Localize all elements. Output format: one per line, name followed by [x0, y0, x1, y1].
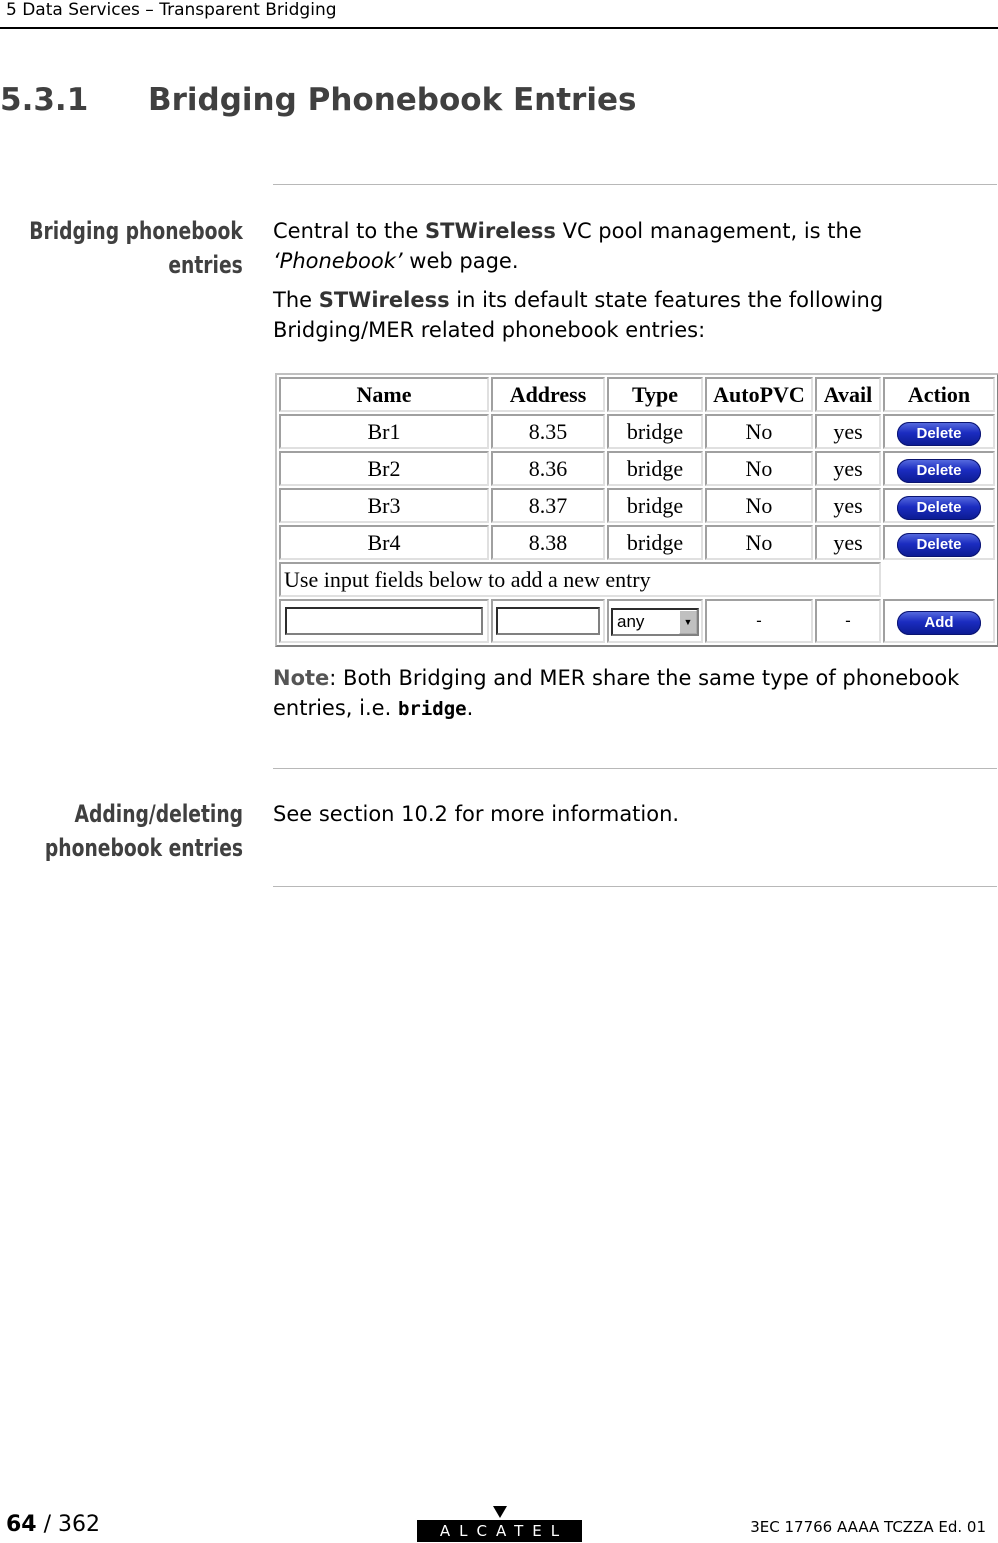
cell-action: Delete: [883, 488, 995, 523]
name-input[interactable]: [285, 607, 483, 635]
cell-autopvc: No: [705, 488, 813, 523]
cell-avail: yes: [815, 488, 881, 523]
new-entry-row: any ▼ - - Add: [279, 599, 995, 643]
cell-avail: yes: [815, 414, 881, 449]
cell-autopvc: No: [705, 525, 813, 560]
note-text: Note: Both Bridging and MER share the sa…: [273, 663, 997, 733]
cell-avail: yes: [815, 525, 881, 560]
text: .: [466, 696, 474, 720]
header-rule: [0, 27, 998, 29]
cell-name: Br2: [279, 451, 489, 486]
table-header-row: Name Address Type AutoPVC Avail Action: [279, 377, 995, 412]
divider: [273, 768, 997, 769]
page-name: ‘Phonebook’: [273, 249, 403, 273]
page-total: / 362: [36, 1512, 101, 1537]
delete-button[interactable]: Delete: [897, 495, 981, 520]
delete-button[interactable]: Delete: [897, 532, 981, 557]
document-reference: 3EC 17766 AAAA TCZZA Ed. 01: [750, 1518, 986, 1536]
cell-name: Br1: [279, 414, 489, 449]
cell-autopvc: No: [705, 451, 813, 486]
side-heading-adding-deleting: Adding/deleting phonebook entries: [45, 797, 243, 865]
divider: [273, 184, 997, 185]
section-heading: Bridging Phonebook Entries: [148, 82, 637, 118]
column-header: Address: [491, 377, 605, 412]
add-hint: Use input fields below to add a new entr…: [279, 562, 881, 597]
cell-address: 8.36: [491, 451, 605, 486]
add-button[interactable]: Add: [897, 611, 981, 635]
type-select-value: any: [617, 611, 645, 631]
cell-action: Delete: [883, 525, 995, 560]
phonebook-table-screenshot: Name Address Type AutoPVC Avail Action B…: [275, 373, 998, 647]
column-header: Type: [607, 377, 703, 412]
cell-type: bridge: [607, 488, 703, 523]
page-number: 64 / 362: [6, 1512, 100, 1537]
text: VC pool management, is the: [555, 219, 862, 243]
code-term: bridge: [397, 698, 467, 720]
address-input[interactable]: [496, 607, 600, 635]
side-heading-line: Adding/deleting: [74, 800, 243, 828]
cell-address: 8.38: [491, 525, 605, 560]
intro-text: Central to the STWireless VC pool manage…: [273, 216, 997, 354]
cell-address: 8.35: [491, 414, 605, 449]
section-number: 5.3.1: [0, 82, 89, 118]
column-header: Action: [883, 377, 995, 412]
column-header: Name: [279, 377, 489, 412]
logo-triangle-icon: [492, 1506, 507, 1518]
delete-button[interactable]: Delete: [897, 458, 981, 483]
side-heading-line: entries: [168, 251, 243, 279]
cell-new-avail: -: [815, 599, 881, 643]
cell-type: bridge: [607, 414, 703, 449]
chevron-down-icon[interactable]: ▼: [679, 609, 697, 634]
cell-autopvc: No: [705, 414, 813, 449]
cell-address: 8.37: [491, 488, 605, 523]
paragraph: Central to the STWireless VC pool manage…: [273, 216, 997, 276]
page-current: 64: [6, 1512, 37, 1537]
paragraph: See section 10.2 for more information.: [273, 802, 680, 826]
type-select[interactable]: any ▼: [611, 607, 699, 636]
divider: [273, 886, 997, 887]
cell-action: Delete: [883, 451, 995, 486]
cell-new-address: [491, 599, 605, 643]
cell-name: Br4: [279, 525, 489, 560]
brand-name: STWireless: [425, 219, 556, 243]
side-heading-line: phonebook entries: [44, 834, 243, 862]
text: web page.: [402, 249, 519, 273]
text: : Both Bridging and MER share the same t…: [273, 666, 960, 720]
see-section-text: See section 10.2 for more information.: [273, 799, 997, 838]
paragraph: Note: Both Bridging and MER share the sa…: [273, 663, 997, 724]
note-label: Note: [273, 666, 330, 690]
column-header: AutoPVC: [705, 377, 813, 412]
section-title: 5.3.1 Bridging Phonebook Entries: [0, 82, 636, 118]
empty-cell: [883, 562, 995, 597]
cell-type: bridge: [607, 525, 703, 560]
cell-avail: yes: [815, 451, 881, 486]
add-hint-row: Use input fields below to add a new entr…: [279, 562, 995, 597]
cell-name: Br3: [279, 488, 489, 523]
delete-button[interactable]: Delete: [897, 421, 981, 446]
text: Central to the: [273, 219, 426, 243]
side-heading-line: Bridging phonebook: [29, 217, 243, 245]
cell-new-name: [279, 599, 489, 643]
logo-text: ALCATEL: [417, 1520, 582, 1542]
cell-new-type: any ▼: [607, 599, 703, 643]
brand-name: STWireless: [318, 288, 450, 312]
cell-type: bridge: [607, 451, 703, 486]
paragraph: The STWireless in its default state feat…: [273, 285, 997, 345]
cell-new-autopvc: -: [705, 599, 813, 643]
table-row: Br1 8.35 bridge No yes Delete: [279, 414, 995, 449]
table-row: Br2 8.36 bridge No yes Delete: [279, 451, 995, 486]
running-header: 5 Data Services – Transparent Bridging: [6, 0, 337, 20]
text: The: [273, 288, 319, 312]
cell-action: Delete: [883, 414, 995, 449]
column-header: Avail: [815, 377, 881, 412]
cell-new-action: Add: [883, 599, 995, 643]
table-row: Br3 8.37 bridge No yes Delete: [279, 488, 995, 523]
side-heading-bridging-phonebook: Bridging phonebook entries: [29, 214, 243, 282]
alcatel-logo: ALCATEL: [417, 1506, 582, 1542]
table-row: Br4 8.38 bridge No yes Delete: [279, 525, 995, 560]
